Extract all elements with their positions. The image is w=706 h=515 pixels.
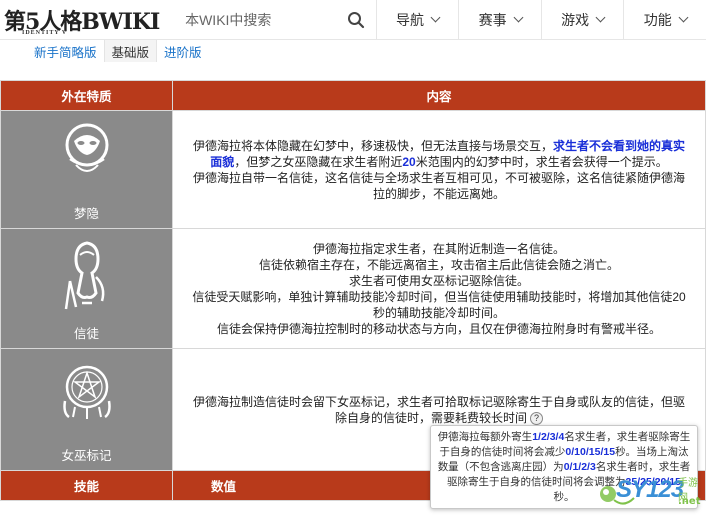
nav-label: 导航: [396, 11, 425, 28]
trait-cell: 梦隐: [0, 110, 173, 229]
logo-text: 第5人格BWIKI IDENTITY V: [4, 9, 160, 36]
trait-content: 伊德海拉将本体隐藏在幻梦中，移速极快，但无法直接与场景交互，求生者不会看到她的真…: [172, 110, 706, 229]
tab-basic[interactable]: 基础版: [103, 40, 158, 62]
column-header-content: 内容: [172, 80, 706, 111]
content-line: 伊德海拉指定求生者，在其附近制造一名信徒。: [312, 241, 565, 256]
content-paragraph: 伊德海拉制造信徒时会留下女巫标记，求生者可拾取标记驱除寄生于自身或队友的信徒，但…: [192, 394, 685, 425]
witch-sigil-icon: [62, 365, 111, 419]
highlight-number: 20: [402, 154, 416, 169]
content-line: 求生者可使用女巫标记驱除信徒。: [348, 273, 529, 288]
trait-content: 伊德海拉指定求生者，在其附近制造一名信徒。 信徒依赖宿主存在，不能远离宿主，攻击…: [172, 228, 706, 349]
top-header: 第5人格BWIKI IDENTITY V 本WIKI中搜索 导航 赛事 游戏 功…: [0, 0, 706, 40]
version-tabs: 新手简略版 基础版 进阶版: [0, 40, 706, 62]
nav-events[interactable]: 赛事: [458, 0, 541, 39]
site-logo[interactable]: 第5人格BWIKI IDENTITY V: [0, 0, 169, 40]
logo-subtitle: IDENTITY V: [22, 30, 68, 36]
column-header-trait: 外在特质: [0, 80, 173, 111]
column-header-skill: 技能: [0, 470, 173, 501]
dream-mask-icon: [65, 123, 108, 172]
nav-game[interactable]: 游戏: [540, 0, 624, 39]
chevron-down-icon: [678, 12, 689, 23]
search-icon: [348, 11, 365, 28]
nav-label: 游戏: [561, 11, 590, 28]
search-input[interactable]: 本WIKI中搜索: [169, 0, 336, 39]
trait-cell: 女巫标记: [0, 348, 173, 471]
watermark-domain: .net: [678, 496, 701, 507]
nav-functions[interactable]: 功能: [623, 0, 706, 39]
search-button[interactable]: [336, 0, 375, 39]
table-header-row: 外在特质 内容: [0, 80, 706, 111]
trait-label: 信徒: [73, 327, 99, 341]
chevron-down-icon: [595, 12, 606, 23]
nav-label: 赛事: [478, 11, 507, 28]
help-icon[interactable]: ?: [530, 411, 543, 425]
tab-beginner[interactable]: 新手简略版: [0, 40, 104, 62]
trait-cell: 信徒: [0, 228, 173, 349]
content-line: 信徒受天赋影响，单独计算辅助技能冷却时间，但当信徒使用辅助技能时，将增加其他信徒…: [192, 289, 686, 320]
nav-label: 功能: [643, 11, 672, 28]
follower-icon: [64, 241, 104, 310]
nav-navigation[interactable]: 导航: [375, 0, 459, 39]
content-line: 信徒会保持伊德海拉控制时的移动状态与方向，且仅在伊德海拉附身时有警戒半径。: [216, 321, 661, 336]
content-paragraph: 伊德海拉自带一名信徒，这名信徒与全场求生者互相可见，不可被驱除，这名信徒紧随伊德…: [192, 170, 685, 201]
content-paragraph: 伊德海拉将本体隐藏在幻梦中，移速极快，但无法直接与场景交互，求生者不会看到她的真…: [192, 138, 686, 169]
chevron-down-icon: [513, 12, 524, 23]
trait-label: 梦隐: [73, 207, 99, 221]
chevron-down-icon: [430, 12, 441, 23]
content-line: 信徒依赖宿主存在，不能远离宿主，攻击宿主后此信徒会随之消亡。: [258, 257, 619, 272]
tab-advanced[interactable]: 进阶版: [157, 40, 209, 62]
table-row: 信徒 伊德海拉指定求生者，在其附近制造一名信徒。 信徒依赖宿主存在，不能远离宿主…: [0, 228, 706, 349]
table-row: 梦隐 伊德海拉将本体隐藏在幻梦中，移速极快，但无法直接与场景交互，求生者不会看到…: [0, 110, 706, 229]
watermark-brand: SY123: [616, 476, 684, 503]
trait-label: 女巫标记: [61, 449, 112, 463]
sy123-watermark: SY123 手游网 .net: [598, 472, 704, 512]
